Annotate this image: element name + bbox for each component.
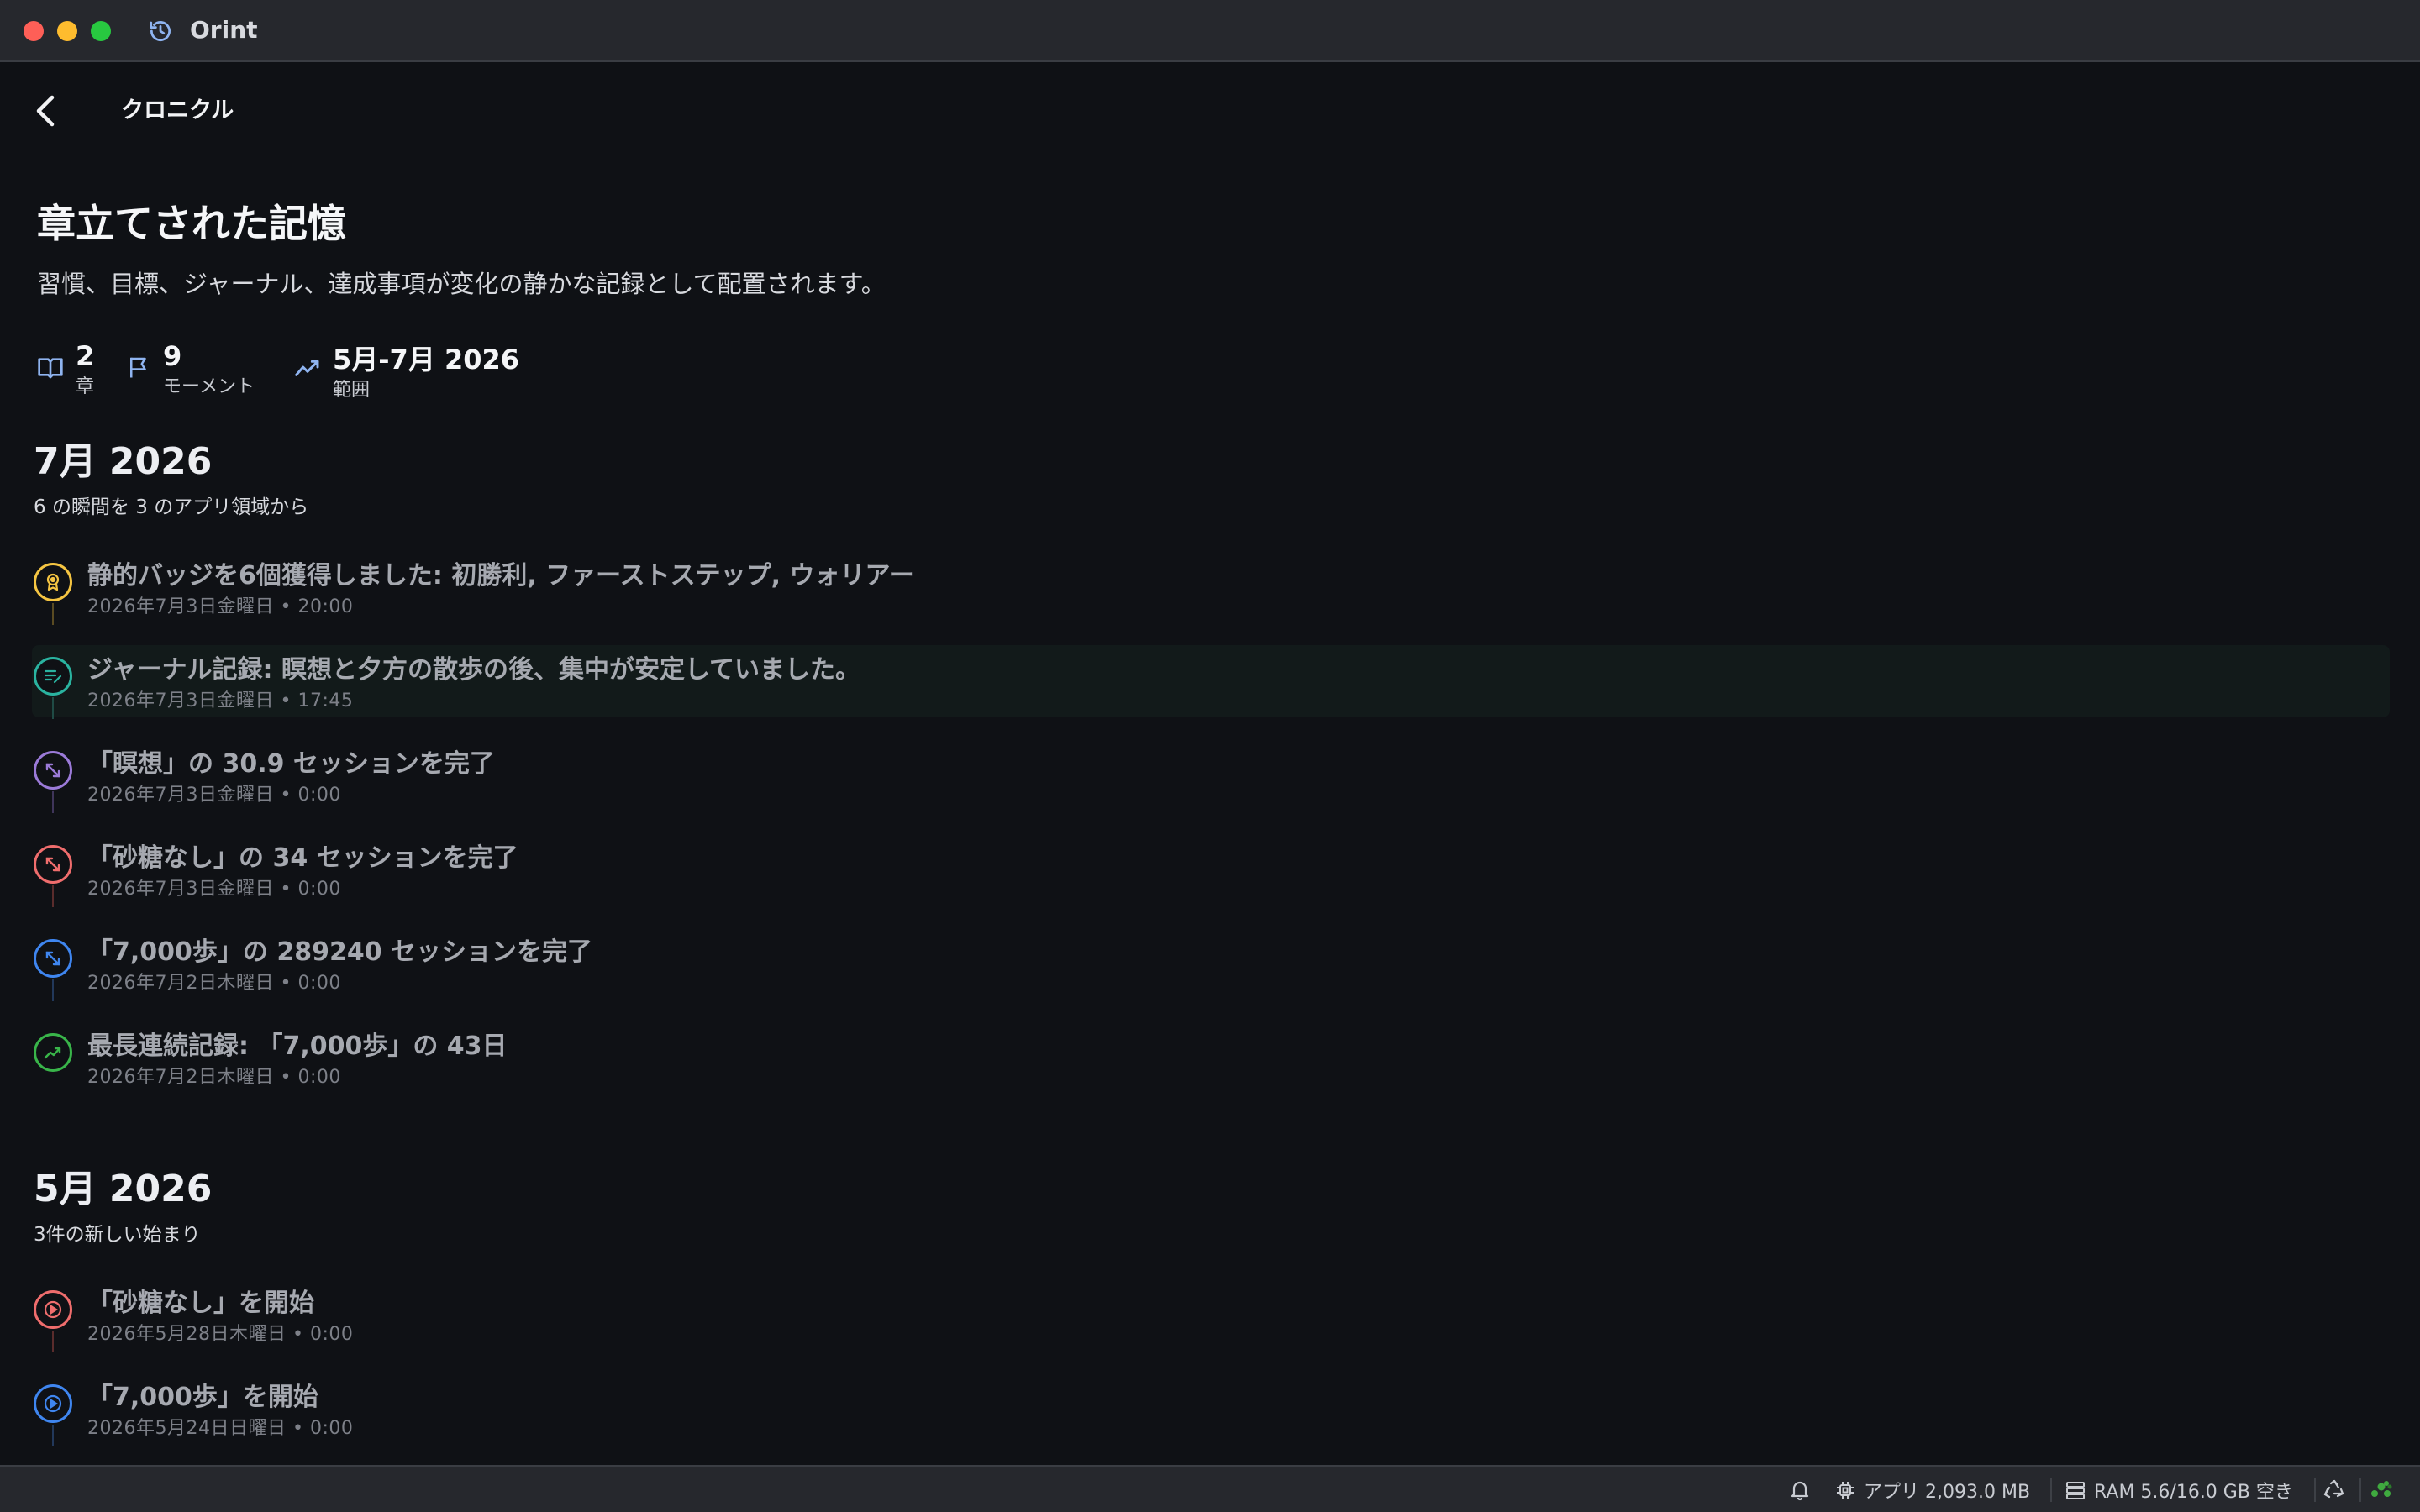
status-divider xyxy=(2050,1478,2052,1502)
recycle-button[interactable] xyxy=(2323,1478,2346,1502)
stat-label: モーメント xyxy=(163,376,255,397)
app-memory-label: アプリ 2,093.0 MB xyxy=(1864,1482,2031,1503)
event-title: ジャーナル記録: 瞑想と夕方の散歩の後、集中が安定していました。 xyxy=(87,655,861,685)
event-time: 2026年7月3日金曜日 • 0:00 xyxy=(87,879,341,900)
expand-icon xyxy=(34,751,72,790)
trend-up-icon xyxy=(34,1033,72,1072)
timeline-connector xyxy=(52,1331,54,1352)
ram-indicator[interactable]: RAM 5.6/16.0 GB 空き xyxy=(2065,1478,2293,1503)
event-title: 「砂糖なし」の 34 セッションを完了 xyxy=(87,843,518,873)
stat-label: 範囲 xyxy=(333,380,371,401)
hero-title: 章立てされた記憶 xyxy=(37,201,346,246)
timeline-connector xyxy=(52,603,54,625)
event-time: 2026年5月24日日曜日 • 0:00 xyxy=(87,1418,354,1439)
timeline-event[interactable]: 「7,000歩」の 289240 セッションを完了 2026年7月2日木曜日 •… xyxy=(32,927,2390,1001)
stat-chapters: 2 章 xyxy=(37,338,138,405)
app-memory-indicator[interactable]: アプリ 2,093.0 MB xyxy=(1835,1478,2031,1503)
event-title: 「7,000歩」の 289240 セッションを完了 xyxy=(87,937,593,967)
trend-icon xyxy=(295,360,319,376)
hero-subtitle: 習慣、目標、ジャーナル、達成事項が変化の静かな記録として配置されます。 xyxy=(37,270,886,298)
stat-value: 2 xyxy=(76,340,95,372)
timeline-event[interactable]: 「砂糖なし」の 34 セッションを完了 2026年7月3日金曜日 • 0:00 xyxy=(32,833,2390,907)
timeline-connector xyxy=(52,885,54,907)
recycle-icon xyxy=(2323,1479,2344,1499)
leaf-icon xyxy=(2371,1481,2392,1497)
page-title: クロニクル xyxy=(121,97,234,123)
stat-label: 章 xyxy=(76,376,95,397)
maximize-window-button[interactable] xyxy=(91,21,111,41)
notifications-button[interactable] xyxy=(1790,1478,1810,1502)
event-time: 2026年7月3日金曜日 • 20:00 xyxy=(87,596,354,617)
timeline-event[interactable]: 「瞑想」の 30.9 セッションを完了 2026年7月3日金曜日 • 0:00 xyxy=(32,739,2390,813)
event-time: 2026年5月28日木曜日 • 0:00 xyxy=(87,1324,354,1345)
expand-icon xyxy=(34,845,72,884)
timeline-connector xyxy=(52,697,54,719)
history-icon xyxy=(150,21,171,41)
status-bar: アプリ 2,093.0 MB RAM 5.6/16.0 GB 空き xyxy=(0,1465,2420,1512)
timeline-event[interactable]: 静的バッジを6個獲得しました: 初勝利, ファーストステップ, ウォリアー 20… xyxy=(32,551,2390,625)
event-title: 静的バッジを6個獲得しました: 初勝利, ファーストステップ, ウォリアー xyxy=(87,561,914,591)
timeline-event[interactable]: 「7,000歩」を開始 2026年5月24日日曜日 • 0:00 xyxy=(32,1373,2390,1446)
event-time: 2026年7月3日金曜日 • 0:00 xyxy=(87,785,341,806)
stat-value: 5月-7月 2026 xyxy=(333,344,520,375)
event-title: 「瞑想」の 30.9 セッションを完了 xyxy=(87,749,495,779)
stat-range: 5月-7月 2026 範囲 xyxy=(294,338,546,405)
event-title: 「7,000歩」を開始 xyxy=(87,1383,318,1412)
timeline-connector xyxy=(52,979,54,1001)
flag-icon xyxy=(130,357,146,378)
status-divider xyxy=(2314,1478,2316,1502)
close-window-button[interactable] xyxy=(24,21,44,41)
section-title: 5月 2026 xyxy=(34,1168,213,1210)
stat-moments: 9 モーメント xyxy=(128,338,279,405)
ram-label: RAM 5.6/16.0 GB 空き xyxy=(2094,1482,2293,1503)
expand-icon xyxy=(34,939,72,978)
app-title: Orint xyxy=(190,16,258,44)
timeline-event[interactable]: 最長連続記録: 「7,000歩」の 43日 2026年7月2日木曜日 • 0:0… xyxy=(32,1021,2390,1094)
bell-icon xyxy=(1791,1481,1809,1501)
minimize-window-button[interactable] xyxy=(57,21,77,41)
book-icon xyxy=(38,358,63,379)
badge-icon xyxy=(34,563,72,601)
section-subtitle: 6 の瞬間を 3 のアプリ領域から xyxy=(34,496,309,518)
play-circle-icon xyxy=(34,1290,72,1329)
play-circle-icon xyxy=(34,1384,72,1423)
app-window: Orint クロニクル 章立てされた記憶 習慣、目標、ジャーナル、達成事項が変化… xyxy=(0,0,2420,1512)
cpu-icon xyxy=(1837,1482,1854,1499)
timeline-event[interactable]: ジャーナル記録: 瞑想と夕方の散歩の後、集中が安定していました。 2026年7月… xyxy=(32,645,2390,719)
sync-status-button[interactable] xyxy=(2368,1478,2393,1502)
timeline-event[interactable]: 「砂糖なし」を開始 2026年5月28日木曜日 • 0:00 xyxy=(32,1278,2390,1352)
back-button[interactable] xyxy=(30,91,64,131)
journal-icon xyxy=(34,657,72,696)
event-title: 「砂糖なし」を開始 xyxy=(87,1289,314,1318)
section-title: 7月 2026 xyxy=(34,440,213,483)
timeline-connector xyxy=(52,1425,54,1446)
event-title: 最長連続記録: 「7,000歩」の 43日 xyxy=(87,1032,508,1061)
status-divider xyxy=(2360,1478,2361,1502)
section-subtitle: 3件の新しい始まり xyxy=(34,1224,201,1246)
event-time: 2026年7月2日木曜日 • 0:00 xyxy=(87,973,341,994)
timeline-connector xyxy=(52,791,54,813)
server-icon xyxy=(2066,1482,2085,1499)
stat-value: 9 xyxy=(163,340,182,372)
event-time: 2026年7月2日木曜日 • 0:00 xyxy=(87,1067,341,1088)
event-time: 2026年7月3日金曜日 • 17:45 xyxy=(87,690,354,711)
chevron-left-icon xyxy=(36,95,55,127)
title-bar: Orint xyxy=(0,0,2420,62)
